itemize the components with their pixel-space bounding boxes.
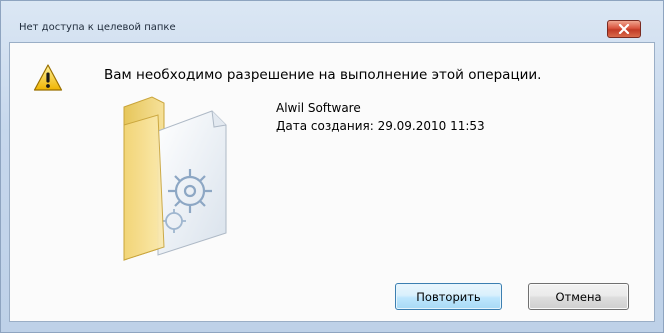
dialog-message: Вам необходимо разрешение на выполнение … — [104, 67, 542, 83]
cancel-button[interactable]: Отмена — [528, 283, 629, 310]
warning-icon — [33, 64, 63, 91]
item-details: Alwil Software Дата создания: 29.09.2010… — [276, 99, 485, 135]
item-date: Дата создания: 29.09.2010 11:53 — [276, 119, 485, 133]
folder-icon — [123, 96, 227, 261]
item-name: Alwil Software — [276, 101, 361, 115]
dialog-window: Нет доступа к целевой папке Вам необходи… — [0, 0, 664, 333]
dialog-content: Вам необходимо разрешение на выполнение … — [9, 42, 655, 322]
window-title: Нет доступа к целевой папке — [19, 22, 176, 33]
close-icon — [618, 24, 630, 34]
close-button[interactable] — [607, 20, 641, 38]
retry-button[interactable]: Повторить — [395, 283, 502, 310]
title-bar[interactable]: Нет доступа к целевой папке — [1, 1, 663, 41]
